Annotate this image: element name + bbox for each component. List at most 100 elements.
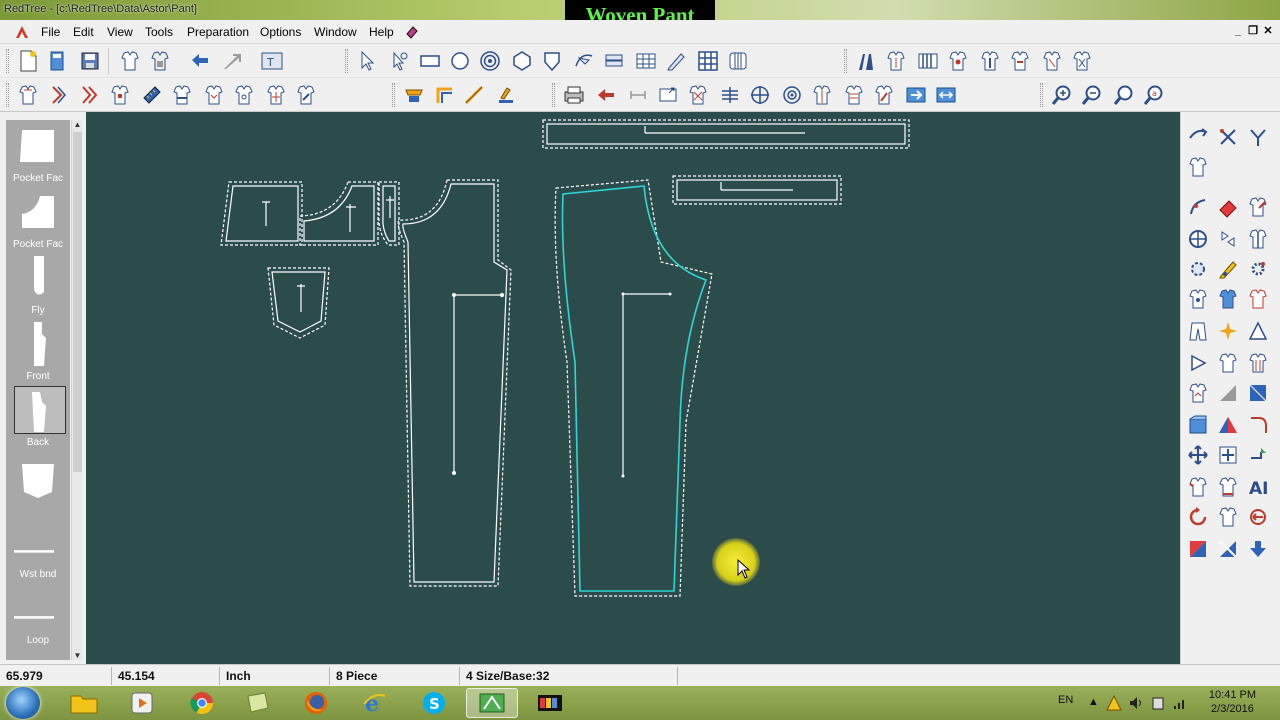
expand-icon[interactable] [934,83,958,107]
back-pant-piece[interactable] [554,179,713,597]
zoom-fit-icon[interactable] [1112,83,1136,107]
vertical-lines-icon[interactable] [916,49,940,73]
red-triangle-icon[interactable] [1215,412,1241,438]
piece-thumb-front[interactable]: Front [6,318,70,382]
garment-o-icon[interactable] [842,83,866,107]
garment-pleat-icon[interactable] [884,49,908,73]
zoom-out-icon[interactable] [1080,83,1104,107]
marker-icon[interactable] [854,49,878,73]
double-notch-icon[interactable] [78,83,102,107]
piece-thumb-back[interactable]: Back [6,384,70,448]
chrome-icon[interactable] [176,688,228,718]
mirror-icon[interactable] [1215,226,1241,252]
toolbar-grip[interactable] [345,49,348,73]
garment-n-icon[interactable] [810,83,834,107]
menu-edit[interactable]: Edit [73,25,94,39]
printer-icon[interactable] [562,83,586,107]
menu-view[interactable]: View [107,25,133,39]
garment-c-icon[interactable] [1008,49,1032,73]
hook-tool-icon[interactable] [1185,124,1211,150]
garment-copy-icon[interactable] [118,49,142,73]
hexagon-icon[interactable] [510,49,534,73]
target-icon[interactable] [780,83,804,107]
start-button[interactable] [6,687,40,719]
garment-h-icon[interactable] [170,83,194,107]
gear-garment-icon[interactable] [1185,256,1211,282]
minimize-button[interactable]: _ [1232,24,1244,38]
arrow-left-icon[interactable] [594,83,618,107]
text-tool-icon[interactable]: AI [1245,474,1271,500]
shirt-simple-icon[interactable] [1215,350,1241,376]
explorer-icon[interactable] [58,688,110,718]
menu-tools[interactable]: Tools [145,25,173,39]
rotate-globe-icon[interactable] [1185,226,1211,252]
shield-shape-icon[interactable] [540,49,564,73]
redtree-icon[interactable] [466,688,518,718]
columns-icon[interactable] [726,49,750,73]
garment-a-icon[interactable] [946,49,970,73]
garment-j-icon[interactable] [232,83,256,107]
piece-thumb-fly[interactable]: Fly [6,252,70,316]
settings-icon[interactable] [1245,256,1271,282]
menu-help[interactable]: Help [369,25,394,39]
import-export-icon[interactable]: T [260,49,284,73]
curve-point-icon[interactable] [1185,194,1211,220]
resize-icon[interactable] [656,83,680,107]
piece-thumb-loop[interactable]: Loop [6,582,70,646]
garment-i-icon[interactable] [202,83,226,107]
help-book-icon[interactable] [404,24,420,40]
garment-outline-icon[interactable] [1245,286,1271,312]
scroll-down-icon[interactable]: ▼ [72,651,83,660]
front-pant-piece[interactable] [397,179,512,587]
loop-piece[interactable] [672,175,842,205]
garment-rotate-icon[interactable] [1215,504,1241,530]
edit-garment-icon[interactable] [1245,194,1271,220]
merge-tool-icon[interactable] [1245,124,1271,150]
save-icon[interactable] [78,49,102,73]
garment-paste-icon[interactable] [148,49,172,73]
zoom-in-icon[interactable] [1050,83,1074,107]
back-pocket-piece[interactable] [267,267,330,339]
zoom-reset-icon[interactable]: a [1142,83,1166,107]
color-app-icon[interactable] [524,688,576,718]
garment-grade-icon[interactable] [1185,380,1211,406]
stack-icon[interactable] [602,49,626,73]
reverse-icon[interactable] [1245,504,1271,530]
point-select-icon[interactable] [386,49,410,73]
garment-sleeve-icon[interactable] [1185,474,1211,500]
add-point-icon[interactable] [1215,442,1241,468]
blue-split-icon[interactable] [1185,536,1211,562]
garment-k-icon[interactable] [264,83,288,107]
notch-arrow-icon[interactable] [1245,442,1271,468]
garment-hem-icon[interactable] [1215,474,1241,500]
toolbar-grip[interactable] [552,83,555,107]
pants-tool-icon[interactable] [1185,318,1211,344]
arrow-down-icon[interactable] [1245,536,1271,562]
notes-icon[interactable] [232,688,284,718]
restore-button[interactable]: ❐ [1247,24,1259,38]
garment-b-icon[interactable] [978,49,1002,73]
piece-thumb-back-pocket[interactable] [6,450,70,514]
column-garment-icon[interactable] [1245,350,1271,376]
pencil-icon[interactable] [664,49,688,73]
skype-icon[interactable]: S [408,688,460,718]
toolbar-grip[interactable] [6,49,9,73]
garment-g-icon[interactable] [108,83,132,107]
eraser-icon[interactable] [1215,194,1241,220]
piece-thumb-pocket-facing[interactable]: Pocket Fac [6,120,70,184]
garment-e-icon[interactable] [1070,49,1094,73]
move-icon[interactable] [1185,442,1211,468]
scroll-up-icon[interactable]: ▲ [72,120,83,129]
piece-thumb-waistband[interactable]: Wst bnd [6,516,70,580]
language-indicator[interactable]: EN [1058,694,1073,720]
menu-window[interactable]: Window [314,25,357,39]
waistband-piece[interactable] [542,119,910,149]
open-file-icon[interactable] [46,49,70,73]
blue-block-icon[interactable] [1185,412,1211,438]
sparkle-icon[interactable] [1215,318,1241,344]
pen-icon[interactable] [494,83,518,107]
measure-icon[interactable] [626,83,650,107]
ruler-icon[interactable] [140,83,164,107]
pocket-facing-step-piece[interactable] [299,181,379,246]
split-icon[interactable] [1245,226,1271,252]
